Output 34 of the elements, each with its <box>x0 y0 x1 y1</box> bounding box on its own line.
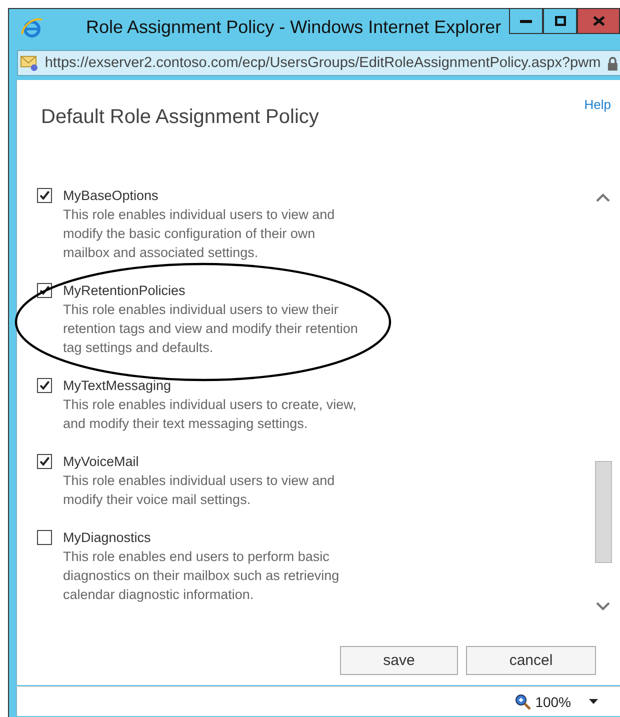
help-link[interactable]: Help <box>584 97 611 112</box>
checkbox[interactable] <box>37 378 52 393</box>
role-name: MyVoiceMail <box>63 453 140 471</box>
role-description: This role enables individual users to view their retention tags and view and modify their retention tag settings and defaults. <box>63 301 359 357</box>
checkbox[interactable] <box>37 454 52 469</box>
checkbox[interactable] <box>37 188 52 203</box>
dropdown-caret-icon[interactable] <box>589 699 598 704</box>
lock-icon <box>606 56 618 70</box>
zoom-level[interactable]: 100% <box>535 694 571 710</box>
maximize-button[interactable] <box>543 9 577 34</box>
scroll-up-icon[interactable] <box>596 193 610 203</box>
scroll-down-icon[interactable] <box>596 601 610 611</box>
role-description: This role enables individual users to view and modify their voice mail settings. <box>63 472 336 509</box>
role-name: MyTextMessaging <box>63 377 172 395</box>
maximize-icon <box>554 16 566 26</box>
zoom-icon[interactable] <box>515 694 532 710</box>
checkbox[interactable] <box>37 530 52 545</box>
minimize-button[interactable] <box>509 9 543 34</box>
page-heading: Default Role Assignment Policy <box>41 106 319 129</box>
envelope-icon <box>20 54 39 72</box>
close-icon <box>592 16 604 26</box>
role-description: This role enables end users to perform basic diagnostics on their mailbox such as retrieving calendar diagnostic information. <box>63 548 340 604</box>
role-description: This role enables individual users to create, view, and modify their text messaging settings. <box>63 396 358 433</box>
close-button[interactable] <box>577 9 620 34</box>
role-description: This role enables individual users to view and modify the basic configuration of their own mailbox and associated settings. <box>63 206 336 262</box>
browser-logo-icon <box>20 16 44 40</box>
minimize-icon <box>520 19 532 23</box>
cancel-button[interactable]: cancel <box>466 646 596 675</box>
role-name: MyRetentionPolicies <box>63 282 186 300</box>
scrollbar-thumb[interactable] <box>594 461 612 563</box>
role-name: MyDiagnostics <box>63 529 152 547</box>
save-button[interactable]: save <box>340 646 458 675</box>
window-title: Role Assignment Policy - Windows Internet Explorer <box>86 17 502 38</box>
role-name: MyBaseOptions <box>63 187 160 205</box>
